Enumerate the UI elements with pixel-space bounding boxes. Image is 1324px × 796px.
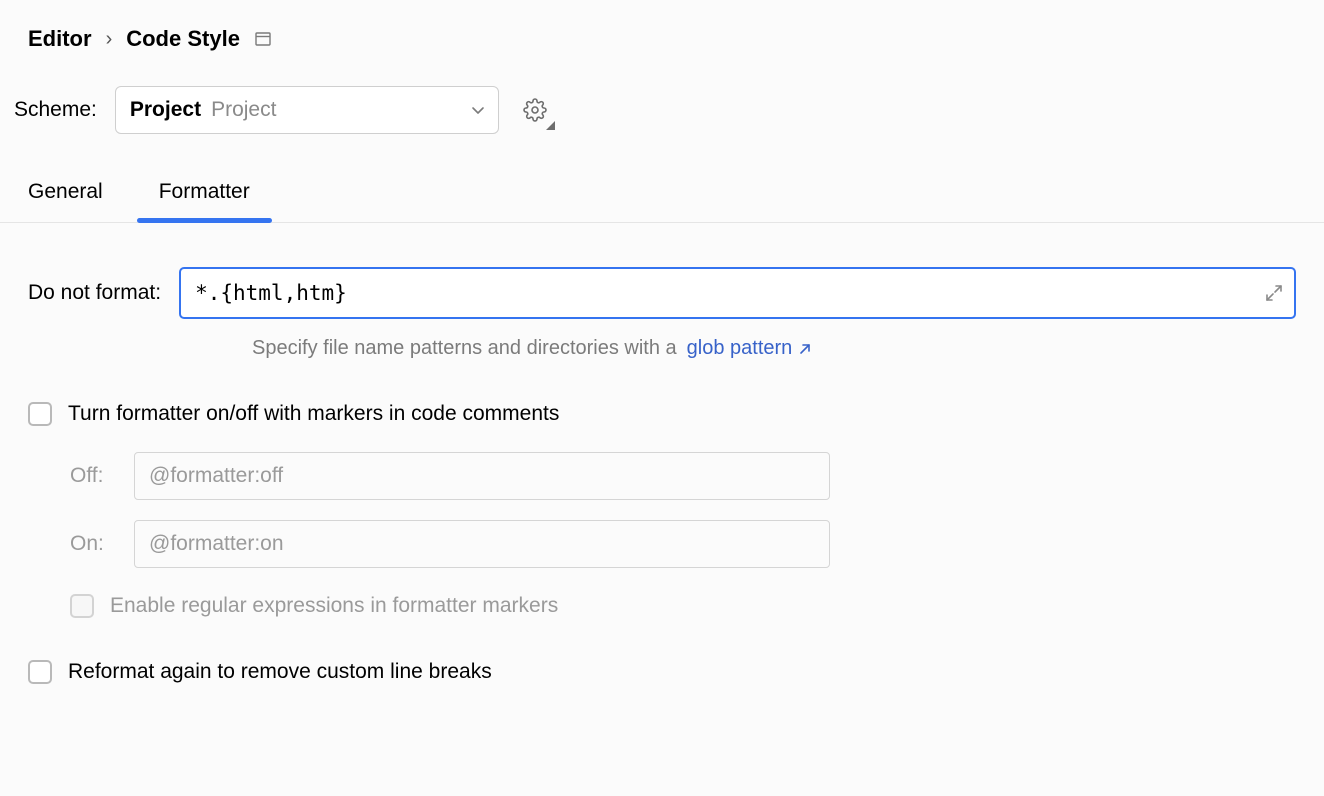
scheme-row: Scheme: Project Project	[0, 64, 1324, 162]
expand-icon[interactable]	[1264, 283, 1284, 303]
hint-link-text: glob pattern	[687, 337, 793, 360]
breadcrumb-parent[interactable]: Editor	[28, 26, 92, 52]
chevron-down-icon	[470, 102, 486, 118]
markers-checkbox[interactable]	[28, 402, 52, 426]
tab-general[interactable]: General	[24, 180, 107, 222]
scheme-gear-button[interactable]	[517, 92, 553, 128]
do-not-format-label: Do not format:	[28, 281, 161, 305]
marker-off-label: Off:	[70, 464, 134, 488]
scheme-select[interactable]: Project Project	[115, 86, 499, 134]
formatter-panel: Do not format: Specify file name pattern…	[0, 223, 1324, 684]
scheme-selected-secondary: Project	[211, 98, 276, 122]
regex-checkbox-row: Enable regular expressions in formatter …	[70, 594, 1296, 618]
do-not-format-hint: Specify file name patterns and directori…	[252, 337, 1296, 360]
marker-on-input	[134, 520, 830, 568]
glob-pattern-link[interactable]: glob pattern	[687, 337, 813, 360]
scheme-label: Scheme:	[14, 98, 97, 122]
tabs: General Formatter	[0, 162, 1324, 223]
breadcrumb-separator-icon: ›	[106, 28, 113, 51]
window-icon[interactable]	[254, 32, 272, 46]
external-link-icon	[798, 342, 812, 356]
do-not-format-row: Do not format:	[28, 267, 1296, 319]
regex-checkbox-label: Enable regular expressions in formatter …	[110, 594, 558, 618]
reformat-checkbox-label[interactable]: Reformat again to remove custom line bre…	[68, 660, 492, 684]
reformat-checkbox[interactable]	[28, 660, 52, 684]
scheme-selected-primary: Project	[130, 98, 201, 122]
marker-off-input	[134, 452, 830, 500]
marker-fields: Off: On:	[70, 452, 1296, 568]
breadcrumb-current: Code Style	[126, 26, 240, 52]
hint-text: Specify file name patterns and directori…	[252, 337, 677, 360]
do-not-format-input[interactable]	[179, 267, 1296, 319]
markers-checkbox-row: Turn formatter on/off with markers in co…	[28, 402, 1296, 426]
markers-checkbox-label[interactable]: Turn formatter on/off with markers in co…	[68, 402, 559, 426]
breadcrumb: Editor › Code Style	[0, 0, 1324, 64]
tab-formatter[interactable]: Formatter	[155, 180, 254, 222]
marker-on-label: On:	[70, 532, 134, 556]
regex-checkbox	[70, 594, 94, 618]
reformat-checkbox-row: Reformat again to remove custom line bre…	[28, 660, 1296, 684]
